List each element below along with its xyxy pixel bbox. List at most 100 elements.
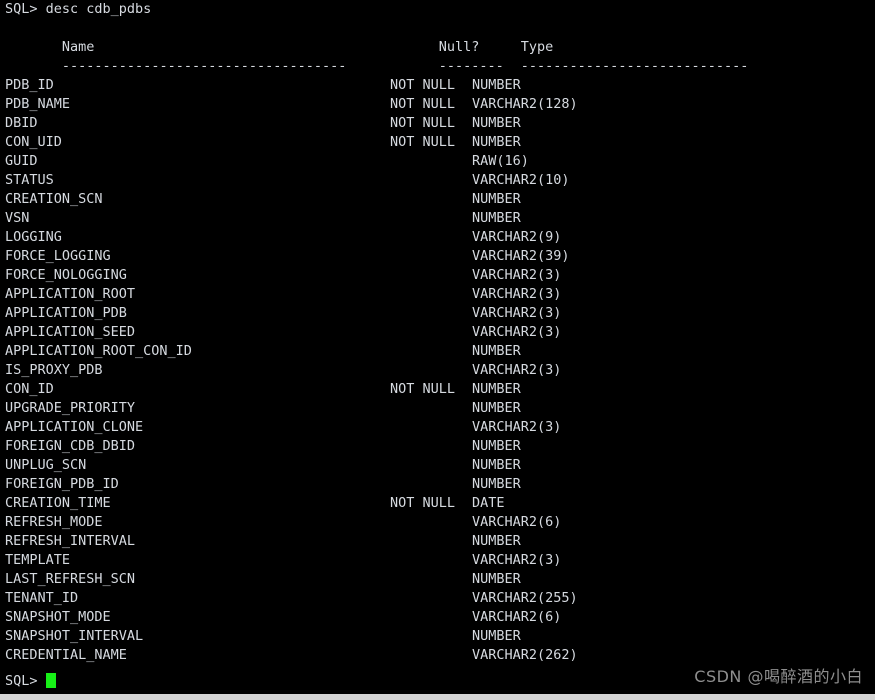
cell-datatype: NUMBER [472, 457, 521, 473]
cell-column-name: LAST_REFRESH_SCN [5, 571, 136, 587]
cell-datatype: NUMBER [472, 210, 521, 226]
table-row: FORCE_NOLOGGING VARCHAR2(3) [0, 266, 875, 285]
table-row: FOREIGN_CDB_DBID NUMBER [0, 437, 875, 456]
cell-datatype: NUMBER [472, 115, 521, 131]
cell-column-name: CON_ID [5, 381, 54, 397]
cell-column-name: SNAPSHOT_MODE [5, 609, 111, 625]
cell-datatype: NUMBER [472, 476, 521, 492]
cell-column-name: CREATION_TIME [5, 495, 111, 511]
cell-nullable: NOT NULL [390, 115, 456, 131]
table-row: PDB_ID NOT NULL NUMBER [0, 76, 875, 95]
cell-datatype: NUMBER [472, 438, 521, 454]
cell-datatype: VARCHAR2(3) [472, 286, 562, 302]
cell-datatype: VARCHAR2(3) [472, 552, 562, 568]
cell-datatype: NUMBER [472, 343, 521, 359]
table-row: CREDENTIAL_NAME VARCHAR2(262) [0, 646, 875, 665]
cell-datatype: VARCHAR2(3) [472, 305, 562, 321]
cell-datatype: NUMBER [472, 191, 521, 207]
cell-column-name: FORCE_NOLOGGING [5, 267, 127, 283]
cell-column-name: TEMPLATE [5, 552, 71, 568]
prompt-label: SQL> [5, 673, 46, 689]
cell-datatype: VARCHAR2(262) [472, 647, 578, 663]
cell-nullable: NOT NULL [390, 381, 456, 397]
table-row: CREATION_TIME NOT NULL DATE [0, 494, 875, 513]
cell-nullable: NOT NULL [390, 96, 456, 112]
table-row: APPLICATION_ROOT VARCHAR2(3) [0, 285, 875, 304]
cell-column-name: FOREIGN_PDB_ID [5, 476, 119, 492]
table-row: SNAPSHOT_MODE VARCHAR2(6) [0, 608, 875, 627]
cell-column-name: APPLICATION_PDB [5, 305, 127, 321]
terminal-window[interactable]: SQL> desc cdb_pdbs Name Null? Type -------… [0, 0, 875, 700]
cell-column-name: CREDENTIAL_NAME [5, 647, 127, 663]
cell-datatype: NUMBER [472, 134, 521, 150]
table-row: CREATION_SCN NUMBER [0, 190, 875, 209]
table-row: DBID NOT NULL NUMBER [0, 114, 875, 133]
table-row: REFRESH_MODE VARCHAR2(6) [0, 513, 875, 532]
table-row: GUID RAW(16) [0, 152, 875, 171]
command-line: SQL> desc cdb_pdbs [5, 1, 152, 17]
cell-column-name: APPLICATION_SEED [5, 324, 136, 340]
cell-column-name: REFRESH_INTERVAL [5, 533, 136, 549]
table-row: VSN NUMBER [0, 209, 875, 228]
separator-name: ----------------------------------- [53, 58, 355, 74]
cell-datatype: NUMBER [472, 77, 521, 93]
cell-datatype: VARCHAR2(9) [472, 229, 562, 245]
table-row: APPLICATION_ROOT_CON_ID NUMBER [0, 342, 875, 361]
cell-column-name: LOGGING [5, 229, 62, 245]
cell-datatype: VARCHAR2(10) [472, 172, 570, 188]
table-row: CON_UID NOT NULL NUMBER [0, 133, 875, 152]
table-body: PDB_ID NOT NULL NUMBER PDB_NAME NOT NULL VARC… [0, 76, 875, 665]
cell-column-name: PDB_ID [5, 77, 54, 93]
cell-datatype: DATE [472, 495, 505, 511]
table-row: APPLICATION_PDB VARCHAR2(3) [0, 304, 875, 323]
cell-column-name: REFRESH_MODE [5, 514, 103, 530]
cell-column-name: GUID [5, 153, 38, 169]
cell-datatype: NUMBER [472, 381, 521, 397]
table-row: CON_ID NOT NULL NUMBER [0, 380, 875, 399]
bottom-edge-bar [0, 694, 875, 700]
cell-datatype: VARCHAR2(39) [472, 248, 570, 264]
cell-column-name: UPGRADE_PRIORITY [5, 400, 136, 416]
table-header-row: Name Null? Type [0, 19, 875, 55]
cell-datatype: NUMBER [472, 533, 521, 549]
table-row: FORCE_LOGGING VARCHAR2(39) [0, 247, 875, 266]
cell-column-name: IS_PROXY_PDB [5, 362, 103, 378]
csdn-watermark: CSDN @喝醉酒的小白 [694, 667, 863, 686]
table-row: FOREIGN_PDB_ID NUMBER [0, 475, 875, 494]
cell-datatype: VARCHAR2(3) [472, 419, 562, 435]
cell-datatype: RAW(16) [472, 153, 529, 169]
cell-column-name: APPLICATION_ROOT_CON_ID [5, 343, 192, 359]
table-row: TEMPLATE VARCHAR2(3) [0, 551, 875, 570]
table-row: APPLICATION_CLONE VARCHAR2(3) [0, 418, 875, 437]
cell-datatype: VARCHAR2(6) [472, 514, 562, 530]
cell-column-name: APPLICATION_ROOT [5, 286, 136, 302]
cell-column-name: UNPLUG_SCN [5, 457, 87, 473]
block-cursor [45, 673, 56, 688]
table-separator-row: ----------------------------------- ----… [0, 38, 875, 74]
cell-nullable: NOT NULL [390, 495, 456, 511]
cell-column-name: TENANT_ID [5, 590, 79, 606]
table-row: SNAPSHOT_INTERVAL NUMBER [0, 627, 875, 646]
terminal-output-area: SQL> desc cdb_pdbs Name Null? Type -------… [0, 0, 875, 692]
cell-column-name: PDB_NAME [5, 96, 71, 112]
table-row: PDB_NAME NOT NULL VARCHAR2(128) [0, 95, 875, 114]
cell-column-name: FORCE_LOGGING [5, 248, 111, 264]
cell-datatype: VARCHAR2(128) [472, 96, 578, 112]
cell-datatype: VARCHAR2(3) [472, 362, 562, 378]
cell-column-name: VSN [5, 210, 30, 226]
cell-column-name: APPLICATION_CLONE [5, 419, 144, 435]
cell-column-name: CON_UID [5, 134, 62, 150]
cell-column-name: STATUS [5, 172, 54, 188]
cell-datatype: VARCHAR2(6) [472, 609, 562, 625]
table-row: REFRESH_INTERVAL NUMBER [0, 532, 875, 551]
separator-null: -------- [438, 58, 512, 74]
table-row: TENANT_ID VARCHAR2(255) [0, 589, 875, 608]
cell-column-name: FOREIGN_CDB_DBID [5, 438, 136, 454]
table-row: UNPLUG_SCN NUMBER [0, 456, 875, 475]
table-row: LOGGING VARCHAR2(9) [0, 228, 875, 247]
cell-column-name: SNAPSHOT_INTERVAL [5, 628, 144, 644]
table-row: UPGRADE_PRIORITY NUMBER [0, 399, 875, 418]
cell-datatype: VARCHAR2(3) [472, 267, 562, 283]
cell-datatype: NUMBER [472, 400, 521, 416]
cell-datatype: NUMBER [472, 628, 521, 644]
